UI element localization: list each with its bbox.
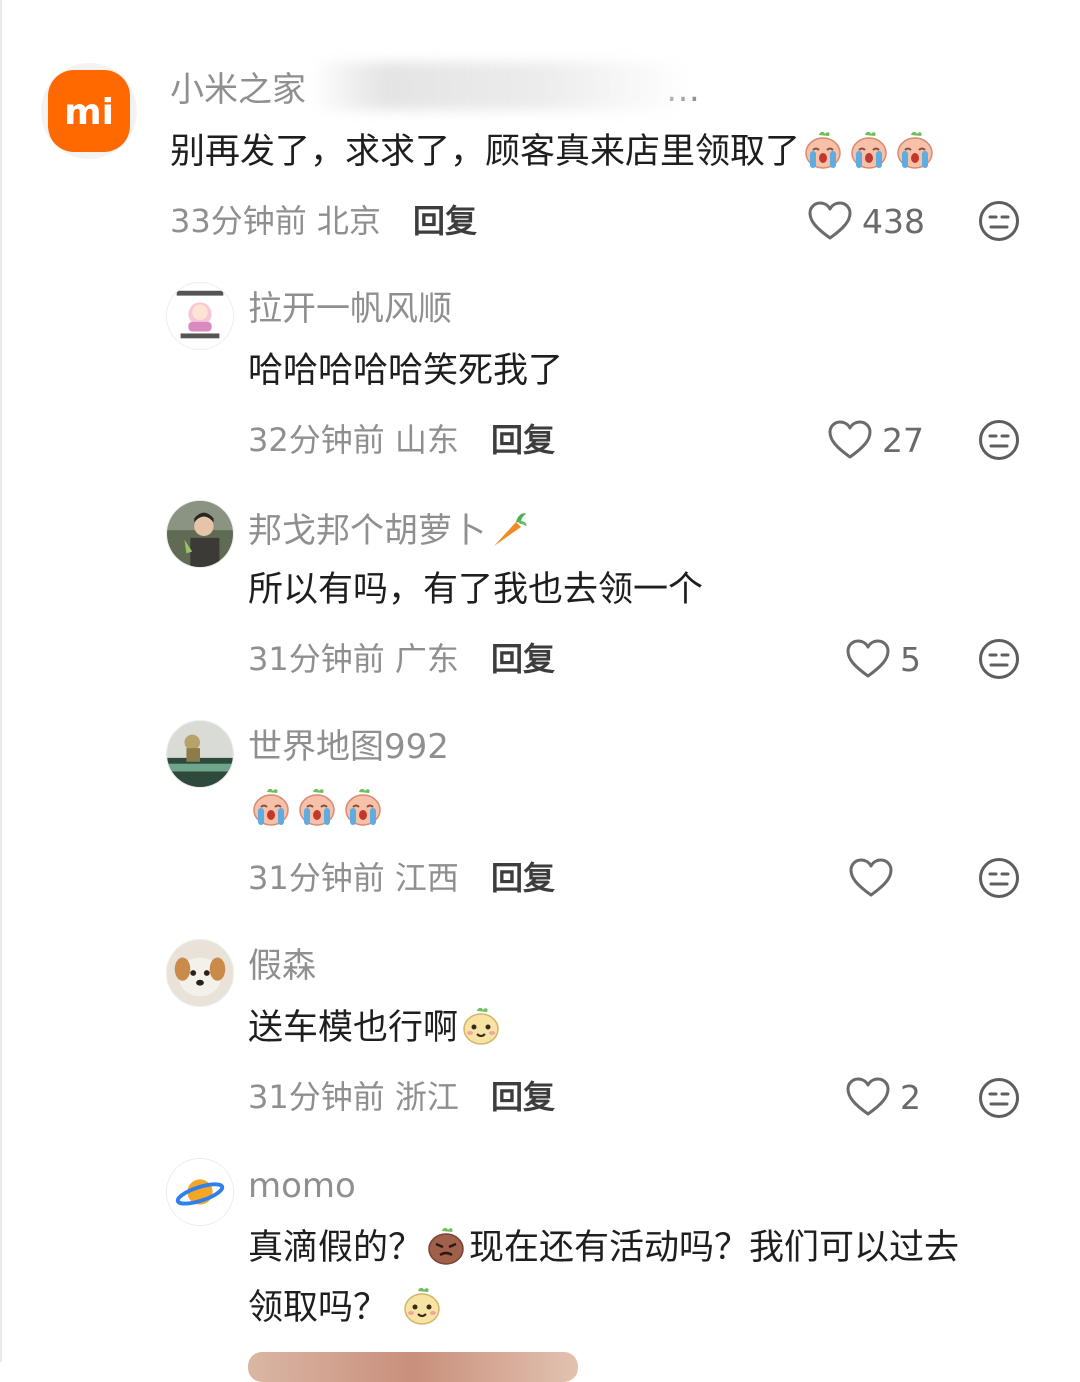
like-count: 27 xyxy=(882,420,924,460)
dislike-icon[interactable] xyxy=(978,1077,1020,1119)
crying-emoji-icon xyxy=(296,786,338,828)
avatar[interactable] xyxy=(166,1158,234,1226)
comment-meta: 31分钟前 浙江 xyxy=(248,1077,459,1117)
username[interactable]: 邦戈邦个胡萝卜 xyxy=(248,508,532,551)
like-button[interactable]: 5 xyxy=(846,636,921,682)
carrot-emoji-icon xyxy=(488,508,530,550)
crying-emoji-icon xyxy=(894,129,936,171)
comment-text: 别再发了，求求了，顾客真来店里领取了 xyxy=(170,122,938,182)
avatar[interactable] xyxy=(166,282,234,350)
like-count: 5 xyxy=(900,639,921,679)
comment-meta: 32分钟前 山东 xyxy=(248,420,459,460)
crying-emoji-icon xyxy=(848,129,890,171)
like-button[interactable] xyxy=(849,855,903,901)
like-button[interactable]: 2 xyxy=(846,1074,921,1120)
comment-meta: 33分钟前 北京 xyxy=(170,201,381,241)
privacy-blur xyxy=(310,62,690,110)
heart-icon xyxy=(846,639,890,679)
username[interactable]: 拉开一帆风顺 xyxy=(248,289,452,329)
comment-time: 32分钟前 xyxy=(248,421,385,459)
comment-meta: 31分钟前 江西 xyxy=(248,858,459,898)
username[interactable]: 世界地图992 xyxy=(248,727,449,767)
xiaomi-logo-icon: mi xyxy=(41,63,137,159)
logo-text: mi xyxy=(64,92,114,133)
dislike-icon[interactable] xyxy=(978,200,1020,242)
comment-meta: 31分钟前 广东 xyxy=(248,639,459,679)
comment-location: 山东 xyxy=(394,421,459,459)
anime-girl-avatar-icon xyxy=(167,283,233,349)
like-count: 438 xyxy=(862,201,925,241)
like-count: 2 xyxy=(900,1077,921,1117)
avatar[interactable] xyxy=(166,720,234,788)
heart-icon xyxy=(808,201,852,241)
like-button[interactable]: 27 xyxy=(828,417,924,463)
smile-emoji-icon xyxy=(401,1285,443,1327)
avatar[interactable]: mi xyxy=(40,62,138,160)
comment-text: 哈哈哈哈哈笑死我了 xyxy=(248,351,564,391)
reply-button[interactable]: 回复 xyxy=(413,201,477,241)
dislike-icon[interactable] xyxy=(978,419,1020,461)
username[interactable]: 假森 xyxy=(248,946,316,986)
reply-button[interactable]: 回复 xyxy=(491,858,555,898)
reply-button[interactable]: 回复 xyxy=(491,639,555,679)
comment-time: 31分钟前 xyxy=(248,640,385,678)
crying-emoji-icon xyxy=(802,129,844,171)
like-button[interactable]: 438 xyxy=(808,198,925,244)
comment-location: 北京 xyxy=(316,202,381,240)
comment-text: 所以有吗，有了我也去领一个 xyxy=(248,570,704,610)
heart-icon xyxy=(846,1077,890,1117)
comment-time: 33分钟前 xyxy=(170,202,307,240)
comment-text xyxy=(248,779,386,839)
heart-icon xyxy=(849,858,893,898)
angry-emoji-icon xyxy=(425,1225,467,1267)
crying-emoji-icon xyxy=(250,786,292,828)
comment-location: 江西 xyxy=(394,859,459,897)
next-comment-image-thumbnail[interactable] xyxy=(248,1352,578,1382)
person-photo-avatar-icon xyxy=(167,501,233,567)
avatar[interactable] xyxy=(166,500,234,568)
crying-emoji-icon xyxy=(342,786,384,828)
comment-text: 送车模也行啊 xyxy=(248,998,504,1058)
comment-time: 31分钟前 xyxy=(248,859,385,897)
username[interactable]: momo xyxy=(248,1166,356,1206)
reply-button[interactable]: 回复 xyxy=(491,1077,555,1117)
comment-text-line2: 领取吗？ xyxy=(248,1278,445,1338)
planet-avatar-icon xyxy=(167,1159,233,1225)
left-edge-divider xyxy=(0,0,2,1362)
comment-location: 浙江 xyxy=(394,1078,459,1116)
reply-button[interactable]: 回复 xyxy=(491,420,555,460)
comment-location: 广东 xyxy=(394,640,459,678)
comment-time: 31分钟前 xyxy=(248,1078,385,1116)
comment-text: 真滴假的？ 现在还有活动吗？我们可以过去 xyxy=(248,1218,959,1278)
dislike-icon[interactable] xyxy=(978,638,1020,680)
heart-icon xyxy=(828,420,872,460)
smile-emoji-icon xyxy=(460,1005,502,1047)
dog-photo-avatar-icon xyxy=(167,940,233,1006)
avatar[interactable] xyxy=(166,939,234,1007)
dislike-icon[interactable] xyxy=(978,857,1020,899)
figure-photo-avatar-icon xyxy=(167,721,233,787)
